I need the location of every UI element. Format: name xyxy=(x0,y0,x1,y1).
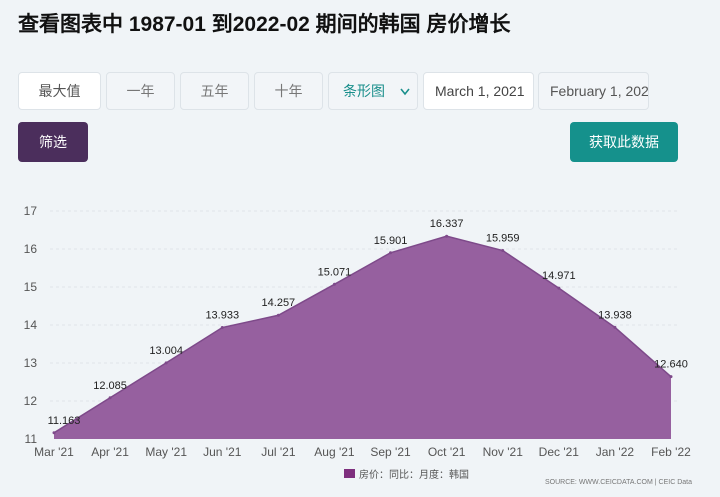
y-tick-label: 15 xyxy=(24,280,38,294)
data-point xyxy=(557,286,561,290)
data-point xyxy=(220,326,224,330)
data-point xyxy=(389,251,393,255)
y-tick-label: 16 xyxy=(24,242,38,256)
x-tick-label: Sep '21 xyxy=(370,445,411,459)
data-point xyxy=(52,431,56,435)
data-point xyxy=(445,234,449,238)
data-point xyxy=(613,325,617,329)
legend-label: 房价：同比：月度：韩国 xyxy=(359,468,469,481)
data-point xyxy=(332,282,336,286)
data-label: 15.901 xyxy=(374,235,408,247)
chart-source: SOURCE: WWW.CEICDATA.COM | CEIC Data xyxy=(545,479,692,486)
data-label: 13.933 xyxy=(205,310,239,322)
data-label: 11.163 xyxy=(48,415,81,427)
x-tick-label: Mar '21 xyxy=(34,445,74,459)
area-chart: 11 12 13 14 15 16 17 Mar '21 Apr '21 May '21 Jun '… xyxy=(24,204,692,486)
data-point xyxy=(276,313,280,317)
data-label: 14.971 xyxy=(542,270,576,282)
data-label: 15.959 xyxy=(486,233,520,245)
data-point xyxy=(669,375,673,379)
chart-legend: 房价：同比：月度：韩国 xyxy=(344,468,469,481)
y-tick-label: 13 xyxy=(24,356,38,370)
data-point xyxy=(164,361,168,365)
y-tick-label: 11 xyxy=(25,432,38,446)
data-label: 14.257 xyxy=(262,297,296,309)
x-tick-label: Aug '21 xyxy=(314,445,355,459)
x-tick-label: Feb '22 xyxy=(651,445,691,459)
data-label: 16.337 xyxy=(430,218,464,230)
data-label: 15.071 xyxy=(318,266,352,278)
x-tick-label: May '21 xyxy=(145,445,187,459)
data-point xyxy=(108,396,112,400)
data-label: 13.004 xyxy=(149,345,183,357)
x-tick-label: Jan '22 xyxy=(596,445,635,459)
data-label: 12.640 xyxy=(654,359,688,371)
x-tick-label: Apr '21 xyxy=(91,445,129,459)
x-tick-label: Nov '21 xyxy=(483,445,524,459)
legend-swatch xyxy=(344,469,355,478)
x-tick-label: Jun '21 xyxy=(203,445,242,459)
series-area xyxy=(54,236,671,439)
data-label: 13.938 xyxy=(598,309,632,321)
data-point xyxy=(501,249,505,253)
x-tick-label: Dec '21 xyxy=(539,445,580,459)
y-tick-label: 14 xyxy=(24,318,38,332)
data-label: 12.085 xyxy=(93,380,127,392)
x-tick-label: Oct '21 xyxy=(428,445,466,459)
y-tick-label: 17 xyxy=(24,204,38,218)
x-tick-label: Jul '21 xyxy=(261,445,296,459)
y-tick-label: 12 xyxy=(24,394,38,408)
